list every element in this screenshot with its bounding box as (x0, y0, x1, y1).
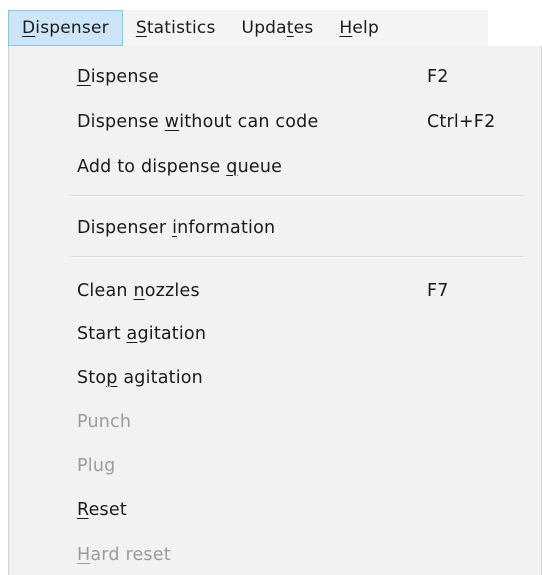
menu-statistics[interactable]: Statistics (123, 10, 229, 46)
application-window: Dispenser Statistics Upda t es Help Dispen… (0, 0, 542, 575)
menu-item-label: Add to dispense queue (77, 157, 283, 177)
menu-item-start-agitation[interactable]: Start agitation (9, 314, 541, 354)
menu-item-dispense-without-can-code[interactable]: Dispense without can code Ctrl+F2 (9, 102, 541, 142)
menu-item-label: Start agitation (77, 324, 207, 344)
menu-item-label: Dispense without can code (77, 112, 319, 132)
dispenser-dropdown-menu: Dispense F2 Dispense without can code Ct… (8, 46, 542, 575)
menu-updates[interactable]: Upda t es (229, 10, 327, 46)
shortcut-label: F2 (427, 67, 449, 87)
menu-separator (71, 195, 523, 197)
menu-help[interactable]: Help (326, 10, 392, 46)
shortcut-label: Ctrl+F2 (427, 112, 496, 132)
menu-item-label: Plug (77, 456, 116, 476)
menu-item-plug[interactable]: Plug (9, 446, 541, 486)
shortcut-label: F7 (427, 281, 449, 301)
menu-item-punch[interactable]: Punch (9, 402, 541, 442)
menu-item-add-to-dispense-queue[interactable]: Add to dispense queue (9, 147, 541, 187)
menu-item-label: Dispense (77, 67, 159, 87)
menu-item-label: Stop agitation (77, 368, 203, 388)
menu-item-reset[interactable]: Reset (9, 490, 541, 530)
menu-separator (71, 256, 523, 258)
menu-item-label: Punch (77, 412, 132, 432)
menu-item-dispense[interactable]: Dispense F2 (9, 57, 541, 97)
menu-item-stop-agitation[interactable]: Stop agitation (9, 358, 541, 398)
menu-item-label: Clean nozzles (77, 281, 200, 301)
menu-item-clean-nozzles[interactable]: Clean nozzles F7 (9, 271, 541, 311)
menu-bar: Dispenser Statistics Upda t es Help (8, 10, 488, 46)
menu-item-label: Dispenser information (77, 218, 276, 238)
menu-dispenser[interactable]: Dispenser (8, 10, 123, 46)
menu-item-label: Reset (77, 500, 127, 520)
menu-item-label: Hard reset (77, 545, 171, 565)
menu-item-hard-reset[interactable]: Hard reset (9, 535, 541, 575)
menu-item-dispenser-information[interactable]: Dispenser information (9, 208, 541, 248)
